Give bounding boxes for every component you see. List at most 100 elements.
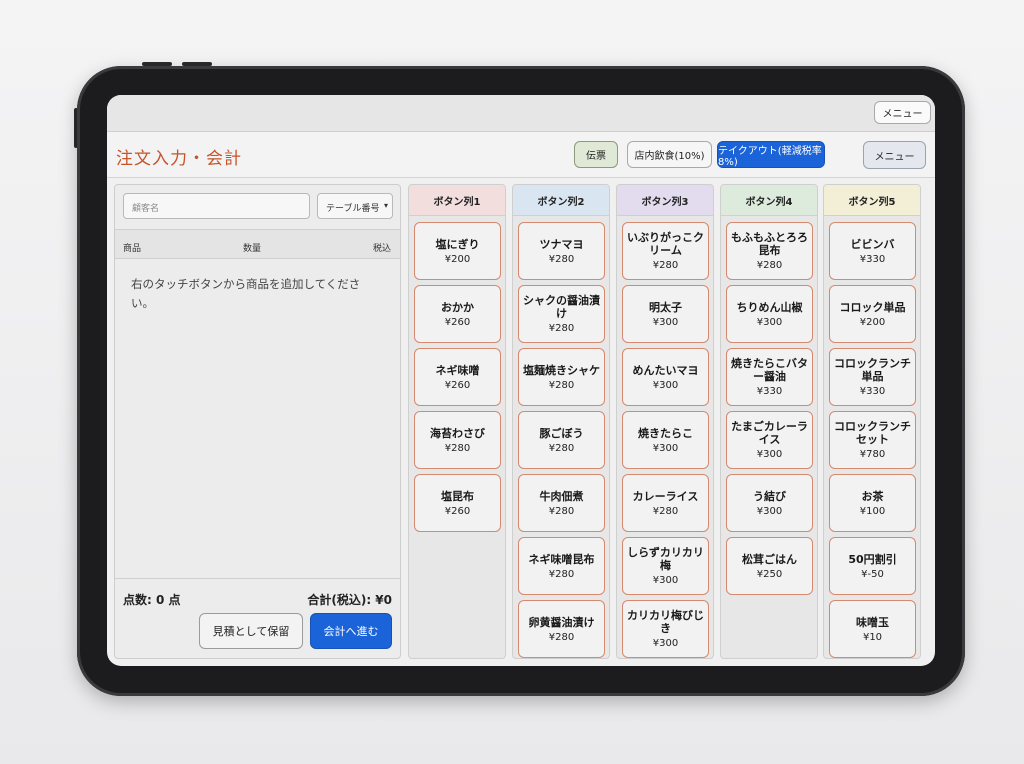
product-button[interactable]: 50円割引 ¥-50 xyxy=(829,537,916,595)
hold-estimate-button[interactable]: 見積として保留 xyxy=(199,613,303,649)
product-button[interactable]: 塩昆布 ¥260 xyxy=(414,474,501,532)
table-number-select[interactable]: テーブル番号 ▾ xyxy=(317,193,393,219)
slip-label: 伝票 xyxy=(586,151,606,162)
product-price: ¥260 xyxy=(444,316,471,328)
top-menu-button[interactable]: メニュー xyxy=(874,101,931,124)
product-button[interactable]: 牛肉佃煮 ¥280 xyxy=(518,474,605,532)
product-button[interactable]: めんたいマヨ ¥300 xyxy=(622,348,709,406)
slip-button[interactable]: 伝票 xyxy=(574,141,618,168)
product-price: ¥280 xyxy=(548,379,575,391)
product-name: 松茸ごはん xyxy=(742,552,797,566)
product-column: ボタン列3 いぶりがっこクリーム ¥280 明太子 ¥300 めんたいマヨ ¥300 焼きたら… xyxy=(616,184,714,659)
product-button[interactable]: カリカリ梅びじき ¥300 xyxy=(622,600,709,658)
total-amount: 合計(税込): ¥0 xyxy=(307,593,392,607)
page-title: 注文入力・会計 xyxy=(116,149,242,169)
product-name: 牛肉佃煮 xyxy=(539,489,584,503)
product-name: 焼きたらこバター醤油 xyxy=(731,357,808,383)
product-name: 50円割引 xyxy=(848,552,897,566)
product-column: ボタン列1 塩にぎり ¥200 おかか ¥260 ネギ味噌 ¥260 海苔わさび ¥280 塩昆布… xyxy=(408,184,506,659)
order-table-header: 商品 数量 税込 xyxy=(115,229,400,259)
product-button[interactable]: ビビンバ ¥330 xyxy=(829,222,916,280)
product-name: う結び xyxy=(753,489,786,503)
page-header: 注文入力・会計 伝票 店内飲食(10%) テイクアウト(軽減税率8%) メニュー xyxy=(107,132,935,178)
product-button[interactable]: 焼きたらこ ¥300 xyxy=(622,411,709,469)
product-button[interactable]: 豚ごぼう ¥280 xyxy=(518,411,605,469)
product-column: ボタン列4 もふもふとろろ昆布 ¥280 ちりめん山椒 ¥300 焼きたらこバター醤油 ¥3… xyxy=(720,184,818,659)
product-button[interactable]: シャクの醤油漬け ¥280 xyxy=(518,285,605,343)
takeout-button[interactable]: テイクアウト(軽減税率8%) xyxy=(717,141,825,168)
product-button[interactable]: コロックランチセット ¥780 xyxy=(829,411,916,469)
checkout-button[interactable]: 会計へ進む xyxy=(310,613,392,649)
product-price: ¥280 xyxy=(548,323,575,334)
product-name: めんたいマヨ xyxy=(632,363,699,377)
product-button[interactable]: 海苔わさび ¥280 xyxy=(414,411,501,469)
product-name: いぶりがっこクリーム xyxy=(627,231,704,257)
product-button[interactable]: 味噌玉 ¥10 xyxy=(829,600,916,658)
dine-in-label: 店内飲食(10%) xyxy=(634,151,705,162)
column-header: ボタン列1 xyxy=(409,185,505,216)
product-button[interactable]: 卵黄醤油漬け ¥280 xyxy=(518,600,605,658)
product-price: ¥780 xyxy=(859,449,886,460)
product-button[interactable]: う結び ¥300 xyxy=(726,474,813,532)
product-name: 豚ごぼう xyxy=(539,426,584,440)
product-price: ¥280 xyxy=(652,260,679,271)
product-price: ¥100 xyxy=(859,505,886,517)
col-tax: 税込 xyxy=(373,244,392,254)
product-name: ネギ味噌昆布 xyxy=(528,552,595,566)
column-header: ボタン列3 xyxy=(617,185,713,216)
product-price: ¥-50 xyxy=(861,568,884,580)
product-name: 味噌玉 xyxy=(856,615,889,629)
product-price: ¥330 xyxy=(859,386,886,397)
product-button[interactable]: ネギ味噌昆布 ¥280 xyxy=(518,537,605,595)
product-button[interactable]: たまごカレーライス ¥300 xyxy=(726,411,813,469)
product-price: ¥280 xyxy=(548,631,575,643)
product-price: ¥300 xyxy=(756,316,783,328)
product-price: ¥280 xyxy=(652,505,679,517)
product-button[interactable]: お茶 ¥100 xyxy=(829,474,916,532)
product-button[interactable]: コロックランチ単品 ¥330 xyxy=(829,348,916,406)
product-button[interactable]: しらずカリカリ梅 ¥300 xyxy=(622,537,709,595)
product-name: コロックランチ単品 xyxy=(834,357,911,383)
product-column: ボタン列2 ツナマヨ ¥280 シャクの醤油漬け ¥280 塩麺焼きシャケ ¥280 豚ごぼう… xyxy=(512,184,610,659)
product-button[interactable]: 塩麺焼きシャケ ¥280 xyxy=(518,348,605,406)
product-name: コロック単品 xyxy=(839,300,906,314)
product-button[interactable]: おかか ¥260 xyxy=(414,285,501,343)
product-button[interactable]: いぶりがっこクリーム ¥280 xyxy=(622,222,709,280)
chevron-down-icon: ▾ xyxy=(383,201,388,210)
product-name: おかか xyxy=(441,300,474,314)
product-button[interactable]: ネギ味噌 ¥260 xyxy=(414,348,501,406)
column-header: ボタン列4 xyxy=(721,185,817,216)
product-price: ¥280 xyxy=(444,442,471,454)
product-button[interactable]: 焼きたらこバター醤油 ¥330 xyxy=(726,348,813,406)
product-name: 塩麺焼きシャケ xyxy=(523,363,600,377)
product-price: ¥300 xyxy=(756,449,783,460)
product-button[interactable]: コロック単品 ¥200 xyxy=(829,285,916,343)
customer-name-input[interactable]: 顧客名 xyxy=(123,193,310,219)
product-name: カリカリ梅びじき xyxy=(627,609,704,635)
product-name: コロックランチセット xyxy=(834,420,911,446)
product-price: ¥280 xyxy=(548,253,575,265)
screen: メニュー 注文入力・会計 伝票 店内飲食(10%) テイクアウト(軽減税率8%)… xyxy=(107,95,935,666)
product-button[interactable]: 塩にぎり ¥200 xyxy=(414,222,501,280)
dine-in-button[interactable]: 店内飲食(10%) xyxy=(627,141,712,168)
product-name: 海苔わさび xyxy=(430,426,485,440)
product-button[interactable]: ツナマヨ ¥280 xyxy=(518,222,605,280)
product-name: ビビンバ xyxy=(850,237,895,251)
product-price: ¥200 xyxy=(444,253,471,265)
product-name: 焼きたらこ xyxy=(638,426,693,440)
product-button[interactable]: ちりめん山椒 ¥300 xyxy=(726,285,813,343)
divider xyxy=(115,578,400,579)
product-name: 明太子 xyxy=(649,300,682,314)
product-button[interactable]: もふもふとろろ昆布 ¥280 xyxy=(726,222,813,280)
empty-order-message: 右のタッチボタンから商品を追加してください。 xyxy=(131,277,361,310)
product-price: ¥330 xyxy=(756,386,783,397)
product-button[interactable]: 明太子 ¥300 xyxy=(622,285,709,343)
header-menu-button[interactable]: メニュー xyxy=(863,141,926,169)
product-button[interactable]: カレーライス ¥280 xyxy=(622,474,709,532)
product-button[interactable]: 松茸ごはん ¥250 xyxy=(726,537,813,595)
product-price: ¥260 xyxy=(444,379,471,391)
product-price: ¥10 xyxy=(862,631,883,643)
product-name: シャクの醤油漬け xyxy=(523,294,600,320)
header-menu-label: メニュー xyxy=(874,151,915,163)
product-name: ツナマヨ xyxy=(539,237,584,251)
